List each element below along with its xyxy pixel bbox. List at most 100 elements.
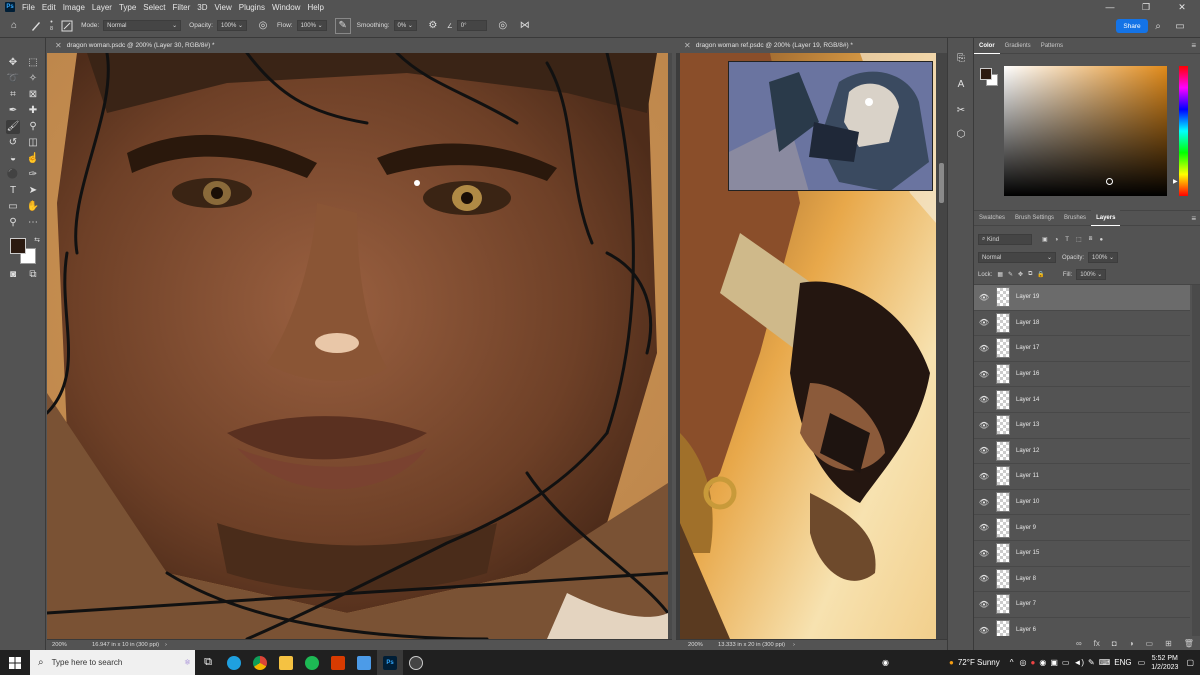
layer-row[interactable]: 👁 Layer 16 bbox=[974, 362, 1190, 388]
layer-row[interactable]: 👁 Layer 13 bbox=[974, 413, 1190, 439]
menu-layer[interactable]: Layer bbox=[92, 3, 112, 12]
color-panel-foreground-swatch[interactable] bbox=[980, 68, 992, 80]
symmetry-icon[interactable]: ⋈ bbox=[517, 18, 533, 34]
tab-brush-settings[interactable]: Brush Settings bbox=[1010, 210, 1059, 226]
notifications-icon[interactable]: ▢ bbox=[1186, 658, 1194, 667]
tray-app-icon[interactable]: ◎ bbox=[1020, 658, 1027, 667]
pixel-filter-icon[interactable]: ▣ bbox=[1042, 236, 1048, 243]
tab-gradients[interactable]: Gradients bbox=[1000, 38, 1036, 54]
eye-icon[interactable]: 👁 bbox=[974, 626, 994, 635]
tab-swatches[interactable]: Swatches bbox=[974, 210, 1010, 226]
hue-slider-marker-icon[interactable]: ▶ bbox=[1173, 178, 1178, 185]
restore-icon[interactable]: ❐ bbox=[1128, 0, 1164, 14]
pen-icon[interactable]: ✎ bbox=[1088, 658, 1095, 667]
brush-settings-toggle-icon[interactable] bbox=[59, 18, 75, 34]
quick-mask-icon[interactable]: ◙ bbox=[6, 268, 20, 282]
status-arrow-icon[interactable]: › bbox=[165, 642, 167, 648]
layer-kind-filter[interactable]: ⌕ Kind bbox=[978, 234, 1032, 245]
path-selection-tool-icon[interactable]: ➤ bbox=[26, 184, 40, 198]
menu-file[interactable]: File bbox=[22, 3, 35, 12]
menu-image[interactable]: Image bbox=[63, 3, 85, 12]
menu-view[interactable]: View bbox=[215, 3, 232, 12]
more-tools-icon[interactable]: ⋯ bbox=[26, 216, 40, 230]
menu-select[interactable]: Select bbox=[143, 3, 165, 12]
eye-icon[interactable]: 👁 bbox=[974, 293, 994, 302]
share-button[interactable]: Share bbox=[1116, 19, 1148, 33]
crop-tool-icon[interactable]: ⌗ bbox=[6, 88, 20, 102]
eye-icon[interactable]: 👁 bbox=[974, 446, 994, 455]
eye-icon[interactable]: 👁 bbox=[974, 498, 994, 507]
menu-type[interactable]: Type bbox=[119, 3, 136, 12]
weather-text[interactable]: 72°F Sunny bbox=[958, 658, 1000, 667]
canvas-right[interactable] bbox=[680, 53, 936, 639]
smart-object-filter-icon[interactable]: ⧈ bbox=[1089, 236, 1093, 243]
brush-tool-icon[interactable]: 🖌 bbox=[6, 120, 20, 134]
layers-scrollbar[interactable] bbox=[1192, 285, 1200, 636]
fill-input[interactable]: 100% ⌄ bbox=[1076, 269, 1107, 280]
airbrush-icon[interactable]: ✎ bbox=[334, 17, 351, 34]
history-brush-tool-icon[interactable]: ↺ bbox=[6, 136, 20, 150]
status-arrow-icon[interactable]: › bbox=[793, 642, 795, 648]
windows-start-icon[interactable] bbox=[0, 650, 30, 675]
workspace-icon[interactable]: ▭ bbox=[1172, 18, 1188, 34]
opacity-input[interactable]: 100% ⌄ bbox=[216, 20, 248, 31]
vertical-scrollbar-left[interactable] bbox=[668, 53, 672, 639]
tray-app-icon[interactable]: ● bbox=[1030, 658, 1035, 667]
layer-row[interactable]: 👁 Layer 6 bbox=[974, 618, 1190, 636]
tab-color[interactable]: Color bbox=[974, 37, 1000, 54]
magic-wand-tool-icon[interactable]: ✧ bbox=[26, 72, 40, 86]
lock-all-icon[interactable]: 🔒 bbox=[1037, 271, 1044, 278]
edge-browser-icon[interactable] bbox=[221, 650, 247, 675]
swap-colors-icon[interactable]: ⇆ bbox=[30, 234, 44, 248]
adjustment-layer-icon[interactable]: ◑ bbox=[1129, 639, 1134, 648]
color-picker-field[interactable] bbox=[1004, 66, 1167, 196]
healing-brush-tool-icon[interactable]: ✚ bbox=[26, 104, 40, 118]
gear-icon[interactable]: ⚙ bbox=[425, 18, 441, 34]
lock-transparent-icon[interactable]: ▦ bbox=[997, 271, 1003, 278]
lock-position-icon[interactable]: ✥ bbox=[1018, 271, 1023, 278]
tray-app-icon[interactable]: ◉ bbox=[1039, 658, 1046, 667]
filter-toggle-icon[interactable]: ● bbox=[1099, 237, 1103, 243]
speaker-icon[interactable]: ◄) bbox=[1073, 658, 1084, 667]
eye-icon[interactable]: 👁 bbox=[974, 523, 994, 532]
eye-icon[interactable]: 👁 bbox=[974, 574, 994, 583]
fx-icon[interactable]: fx bbox=[1094, 639, 1100, 648]
brush-size-picker[interactable]: • 8 bbox=[50, 19, 53, 32]
menu-filter[interactable]: Filter bbox=[173, 3, 191, 12]
close-tab-icon[interactable]: ✕ bbox=[684, 41, 691, 50]
character-panel-icon[interactable]: A bbox=[954, 78, 968, 92]
lock-artboard-icon[interactable]: ⧉ bbox=[1028, 271, 1032, 278]
screen-mode-icon[interactable]: ⧉ bbox=[26, 268, 40, 282]
menu-help[interactable]: Help bbox=[307, 3, 323, 12]
search-icon[interactable]: ⌕ bbox=[1150, 18, 1166, 34]
eye-icon[interactable]: 👁 bbox=[974, 370, 994, 379]
zoom-level-left[interactable]: 200% bbox=[52, 642, 92, 648]
lasso-tool-icon[interactable]: ➰ bbox=[6, 72, 20, 86]
tray-app-icon[interactable]: ⌨ bbox=[1099, 658, 1111, 667]
canvas-left[interactable] bbox=[47, 53, 668, 639]
chrome-browser-icon[interactable] bbox=[247, 650, 273, 675]
battery-icon[interactable]: ▭ bbox=[1138, 658, 1146, 667]
layer-row[interactable]: 👁 Layer 14 bbox=[974, 387, 1190, 413]
close-icon[interactable]: ✕ bbox=[1164, 0, 1200, 14]
control-panel-icon[interactable] bbox=[351, 650, 377, 675]
file-explorer-icon[interactable] bbox=[273, 650, 299, 675]
clone-stamp-tool-icon[interactable]: ⚲ bbox=[26, 120, 40, 134]
layer-row[interactable]: 👁 Layer 11 bbox=[974, 464, 1190, 490]
layer-row[interactable]: 👁 Layer 15 bbox=[974, 541, 1190, 567]
flow-input[interactable]: 100% ⌄ bbox=[296, 20, 327, 31]
hue-slider[interactable] bbox=[1179, 66, 1188, 196]
eye-icon[interactable]: 👁 bbox=[974, 472, 994, 481]
eye-icon[interactable]: 👁 bbox=[974, 600, 994, 609]
eye-icon[interactable]: 👁 bbox=[974, 318, 994, 327]
adjustment-filter-icon[interactable]: ◑ bbox=[1055, 237, 1059, 243]
document-tab-left[interactable]: ✕ dragon woman.psdc @ 200% (Layer 30, RG… bbox=[47, 38, 672, 53]
rectangle-tool-icon[interactable]: ▭ bbox=[6, 200, 20, 214]
office-app-icon[interactable] bbox=[325, 650, 351, 675]
home-icon[interactable]: ⌂ bbox=[6, 18, 22, 34]
panel-menu-icon[interactable]: ≡ bbox=[1191, 41, 1196, 50]
zoom-tool-icon[interactable]: ⚲ bbox=[6, 216, 20, 230]
tab-brushes[interactable]: Brushes bbox=[1059, 210, 1091, 226]
network-icon[interactable]: ▭ bbox=[1062, 658, 1070, 667]
layer-row[interactable]: 👁 Layer 18 bbox=[974, 311, 1190, 337]
